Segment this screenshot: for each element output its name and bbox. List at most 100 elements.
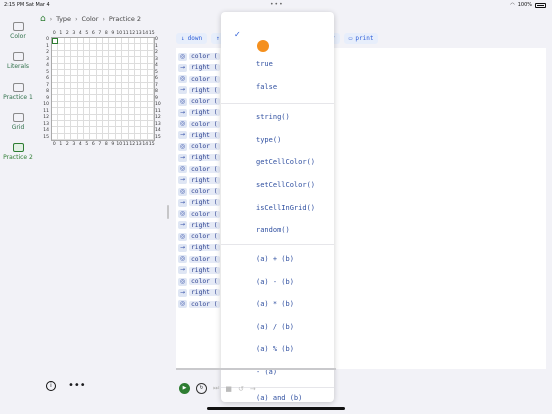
code-block-keyword: color (: [189, 188, 220, 196]
wifi-icon: ◠: [510, 2, 515, 8]
play-icon[interactable]: ▶: [179, 383, 190, 394]
arrow-right-icon: →: [178, 153, 187, 162]
grid-column-number: 15: [148, 31, 155, 36]
sidebar-item-color[interactable]: Color: [0, 22, 36, 40]
code-block-keyword: right (: [189, 131, 220, 139]
stop-icon: ■: [225, 384, 232, 393]
menu-item[interactable]: isCellInGrid(): [221, 204, 334, 212]
grid-canvas[interactable]: [51, 37, 155, 141]
palette-icon: ◎: [178, 165, 187, 174]
print-block-button[interactable]: ▭ print: [343, 33, 379, 44]
breadcrumb-type[interactable]: Type: [56, 15, 71, 23]
arrow-right-icon: →: [178, 176, 187, 185]
info-icon[interactable]: i: [46, 381, 56, 391]
checkmark-icon: ✓: [234, 30, 241, 39]
sidebar: Color Literals Practice 1 Grid Practice …: [0, 10, 36, 414]
menu-item[interactable]: (a) * (b): [221, 300, 334, 308]
code-block-keyword: color (: [189, 210, 220, 218]
grid-icon: [12, 113, 24, 122]
monitor-icon: ▭: [348, 35, 353, 42]
sidebar-item-practice-1[interactable]: Practice 1: [0, 83, 36, 101]
palette-icon: ◎: [178, 300, 187, 309]
value-picker-menu: ✓ true false string() type() getCellColor() s…: [221, 12, 334, 402]
split-view-handle[interactable]: [167, 205, 169, 219]
chevron-right-icon: ›: [75, 15, 78, 23]
menu-item[interactable]: (a) - (b): [221, 278, 334, 286]
palette-icon: ◎: [178, 142, 187, 151]
code-block-keyword: color (: [189, 300, 220, 308]
grid-row-number: 15: [155, 134, 161, 140]
color-handle-icon[interactable]: [257, 40, 269, 52]
grid-row-numbers-left: 0 1 2 3 4 5 6 7 8 9 10 11 12 13 14 15: [41, 37, 49, 141]
menu-item[interactable]: (a) and (b): [221, 394, 334, 402]
code-block-keyword: right (: [189, 199, 220, 207]
grid-view: 0 1 2 3 4 5 6 7 8 9 10 11 12 13 14 15 0 1 2 3 4 5 6 7 8 9 10 11 12 1…: [41, 31, 162, 148]
status-date: Sat Mar 4: [25, 2, 50, 8]
menu-item[interactable]: setCellColor(): [221, 181, 334, 189]
code-block-keyword: color (: [189, 75, 220, 83]
sidebar-item-practice-2[interactable]: Practice 2: [0, 143, 36, 161]
menu-item[interactable]: false: [221, 83, 334, 91]
multitasking-dots-icon[interactable]: •••: [270, 1, 284, 8]
practice-icon: [12, 143, 24, 152]
arrow-right-icon: →: [178, 288, 187, 297]
sidebar-item-label: Color: [10, 33, 26, 40]
code-block-keyword: right (: [189, 289, 220, 297]
menu-item[interactable]: string(): [221, 113, 334, 121]
code-block-keyword: color (: [189, 165, 220, 173]
grid-column-number: 15: [148, 142, 155, 147]
home-indicator[interactable]: [207, 407, 345, 410]
palette-icon: ◎: [178, 97, 187, 106]
code-block-keyword: right (: [189, 86, 220, 94]
code-block-keyword: color (: [189, 278, 220, 286]
sidebar-item-literals[interactable]: Literals: [0, 52, 36, 70]
skip-forward-icon: ⏭: [213, 384, 220, 392]
run-controls: ▶ ↻ ⏭ ■ ↺ →: [179, 383, 256, 394]
menu-item[interactable]: (a) / (b): [221, 323, 334, 331]
step-icon[interactable]: ↻: [196, 383, 207, 394]
down-label: down: [187, 35, 203, 42]
sidebar-item-label: Practice 2: [3, 154, 33, 161]
code-block-keyword: right (: [189, 244, 220, 252]
breadcrumb: ⌂ › Type › Color › Practice 2: [40, 14, 141, 24]
menu-item[interactable]: (a) % (b): [221, 345, 334, 353]
palette-icon: ◎: [178, 120, 187, 129]
sidebar-item-grid[interactable]: Grid: [0, 113, 36, 131]
battery-label: 100%: [517, 2, 532, 8]
menu-item[interactable]: type(): [221, 136, 334, 144]
breadcrumb-practice-2: Practice 2: [108, 15, 142, 23]
palette-icon: ◎: [178, 187, 187, 196]
sidebar-item-label: Practice 1: [3, 94, 33, 101]
code-block-keyword: right (: [189, 154, 220, 162]
palette-icon: ◎: [178, 255, 187, 264]
arrow-up-icon: ↑: [216, 35, 220, 42]
home-icon[interactable]: ⌂: [40, 14, 46, 24]
palette-icon: ◎: [178, 232, 187, 241]
menu-item[interactable]: getCellColor(): [221, 158, 334, 166]
down-block-button[interactable]: ↓ down: [176, 33, 208, 44]
grid-column-numbers-bottom: 0 1 2 3 4 5 6 7 8 9 10 11 12 13 14 15: [51, 142, 155, 147]
palette-icon: [12, 22, 24, 31]
arrow-right-icon: →: [178, 108, 187, 117]
practice-icon: [12, 83, 24, 92]
grid-cell[interactable]: [147, 133, 154, 140]
breadcrumb-color[interactable]: Color: [81, 15, 98, 23]
menu-item[interactable]: random(): [221, 226, 334, 234]
horizontal-scrollbar[interactable]: [176, 368, 336, 370]
code-block-keyword: right (: [189, 109, 220, 117]
grid-row-numbers-right: 0 1 2 3 4 5 6 7 8 9 10 11 12 13 14 15: [155, 37, 163, 141]
sidebar-item-label: Grid: [11, 124, 25, 131]
code-block-keyword: right (: [189, 64, 220, 72]
print-label: print: [355, 35, 374, 42]
arrow-right-icon: →: [178, 221, 187, 230]
sidebar-item-label: Literals: [7, 63, 29, 70]
arrow-down-icon: ↓: [181, 35, 185, 42]
arrow-right-icon: →: [178, 131, 187, 140]
more-icon[interactable]: •••: [68, 381, 86, 391]
palette-icon: ◎: [178, 52, 187, 61]
menu-item[interactable]: (a) + (b): [221, 255, 334, 263]
battery-icon: [535, 2, 546, 8]
code-block-keyword: color (: [189, 98, 220, 106]
code-block-keyword: color (: [189, 143, 220, 151]
menu-item[interactable]: true: [221, 60, 334, 68]
